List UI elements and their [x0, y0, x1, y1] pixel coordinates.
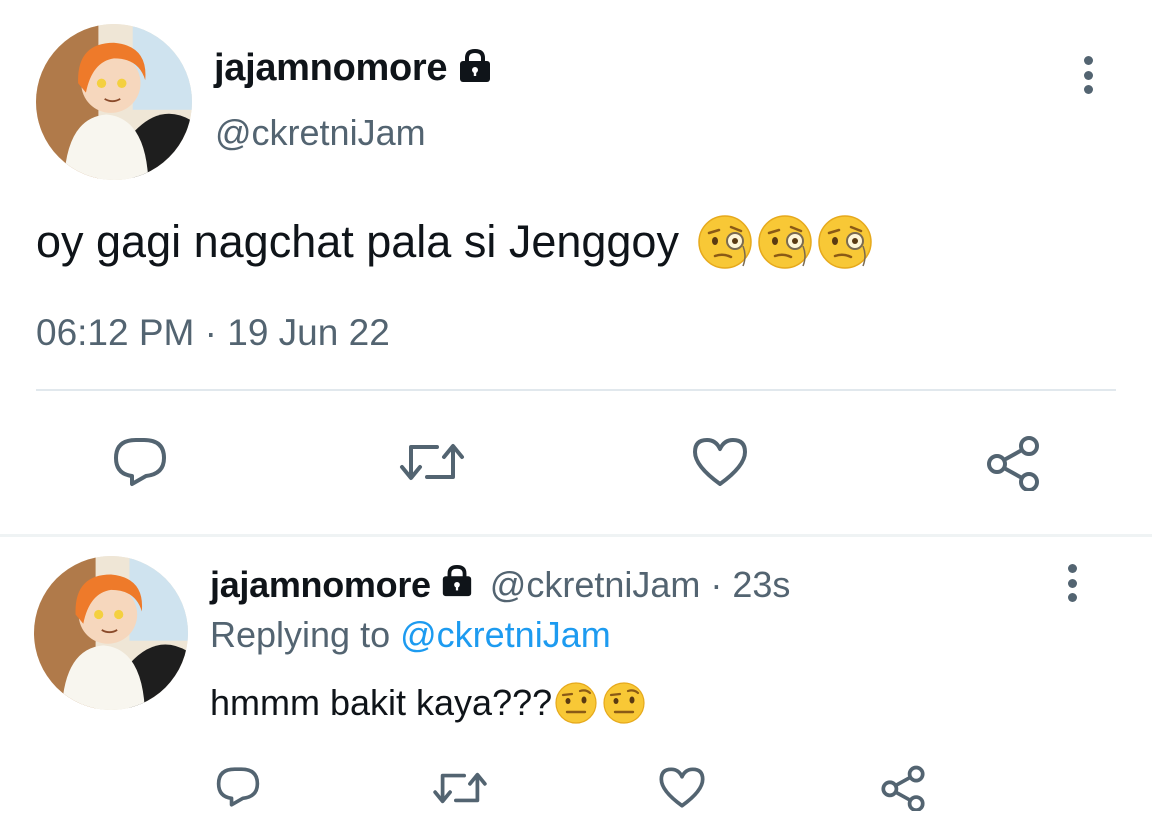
share-icon [987, 436, 1039, 491]
more-options-button[interactable] [1064, 564, 1080, 602]
reply-icon [114, 438, 166, 486]
share-button[interactable] [878, 764, 928, 812]
reply-button[interactable] [212, 764, 264, 810]
replying-to-row: Replying to @ckretniJam [210, 614, 611, 656]
avatar-image [34, 556, 188, 710]
tweet-body: oy gagi nagchat pala si Jenggoy [36, 216, 679, 267]
retweet-icon [433, 772, 487, 804]
share-button[interactable] [982, 434, 1044, 492]
avatar[interactable] [36, 24, 192, 180]
display-name[interactable]: jajamnomore [214, 47, 448, 90]
share-icon [881, 765, 925, 811]
handle[interactable]: @ckretniJam [490, 564, 701, 606]
reply-button[interactable] [108, 432, 172, 492]
divider [36, 389, 1116, 391]
avatar[interactable] [34, 556, 188, 710]
more-options-button[interactable] [1080, 56, 1096, 94]
timestamp[interactable]: 06:12 PM · 19 Jun 22 [36, 312, 390, 354]
reply-header-row: jajamnomore @ckretniJam · 23s [210, 562, 790, 608]
handle[interactable]: @ckretniJam [215, 112, 426, 154]
retweet-button[interactable] [396, 434, 468, 490]
retweet-icon [400, 444, 464, 480]
face-with-monocle-emoji [697, 214, 753, 270]
face-with-monocle-emoji [817, 214, 873, 270]
replying-to-link[interactable]: @ckretniJam [400, 614, 611, 655]
tweet-age[interactable]: 23s [732, 564, 790, 606]
divider [0, 534, 1152, 537]
face-with-monocle-emoji [757, 214, 813, 270]
like-icon [693, 438, 747, 486]
face-with-raised-eyebrow-emoji [554, 681, 598, 725]
replying-to-label: Replying to [210, 614, 391, 655]
reply-icon [216, 767, 260, 807]
retweet-button[interactable] [430, 766, 490, 810]
like-button[interactable] [690, 434, 750, 490]
avatar-image [36, 24, 192, 180]
lock-icon [455, 48, 495, 89]
like-icon [659, 766, 705, 808]
main-author-name-row: jajamnomore [214, 44, 495, 92]
like-button[interactable] [656, 764, 708, 810]
reply-text: hmmm bakit kaya??? [210, 676, 646, 730]
lock-icon [438, 564, 476, 607]
reply-body: hmmm bakit kaya??? [210, 682, 553, 723]
separator-dot: · [710, 564, 723, 605]
face-with-raised-eyebrow-emoji [602, 681, 646, 725]
display-name[interactable]: jajamnomore [210, 564, 431, 606]
tweet-text: oy gagi nagchat pala si Jenggoy [36, 212, 873, 272]
